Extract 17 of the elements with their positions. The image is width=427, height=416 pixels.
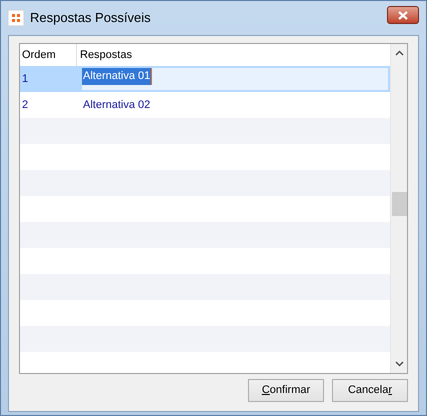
window-title: Respostas Possíveis bbox=[30, 9, 152, 28]
scroll-down-icon[interactable] bbox=[394, 361, 404, 367]
scroll-up-icon[interactable] bbox=[394, 50, 404, 56]
app-icon bbox=[8, 10, 24, 26]
dialog-button[interactable]: Confirmar bbox=[248, 379, 324, 402]
table-row[interactable]: 2 Alternativa 02 bbox=[20, 92, 390, 118]
close-button[interactable] bbox=[387, 6, 419, 24]
table-cell-text: 1 bbox=[21, 72, 30, 87]
table-cell-text: 2 bbox=[21, 98, 30, 113]
table-row[interactable]: 1 Alternativa 01 bbox=[20, 66, 390, 92]
scroll-thumb[interactable] bbox=[392, 192, 406, 216]
close-icon bbox=[398, 10, 408, 20]
scrollbar[interactable] bbox=[390, 44, 407, 373]
edit-field[interactable]: Alternativa 01 bbox=[82, 68, 388, 90]
column-header[interactable]: Respostas bbox=[77, 44, 390, 66]
dialog-button[interactable]: Cancelar bbox=[332, 379, 408, 402]
table-cell-text: Alternativa 02 bbox=[82, 98, 152, 113]
